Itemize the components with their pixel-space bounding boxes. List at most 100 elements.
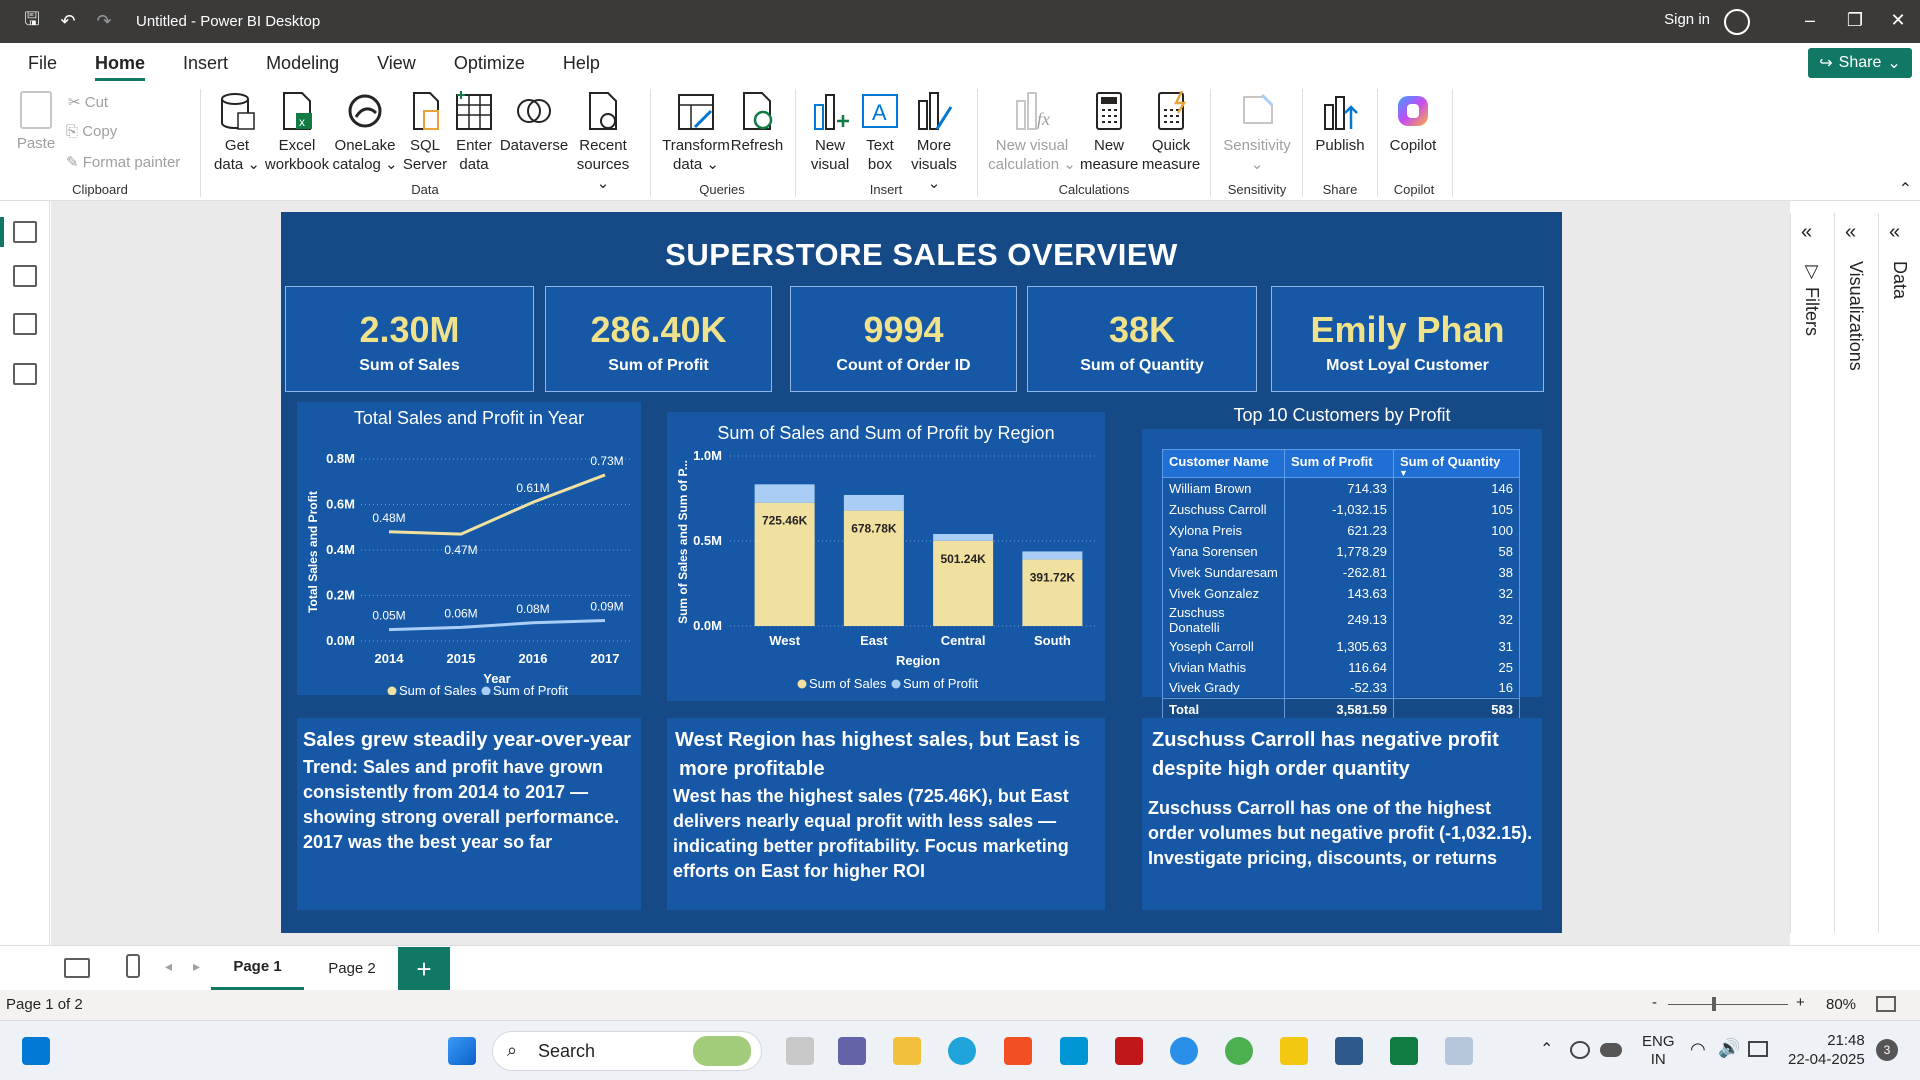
redo-icon[interactable]: ↷ — [92, 10, 116, 34]
table-row[interactable]: Vivek Grady -52.33 16 — [1162, 677, 1520, 699]
add-page-button[interactable]: + — [398, 947, 450, 991]
recent-sources-button[interactable]: Recent sources ⌄ — [570, 91, 636, 193]
new-measure-button[interactable]: New measure — [1080, 91, 1138, 174]
table-row[interactable]: Yana Sorensen 1,778.29 58 — [1162, 540, 1520, 562]
file-explorer-icon[interactable] — [893, 1037, 921, 1065]
desktop-layout-icon[interactable] — [64, 958, 90, 978]
onelake-catalog-button[interactable]: OneLake catalog ⌄ — [332, 91, 398, 174]
notification-badge[interactable]: 3 — [1876, 1039, 1898, 1061]
table-row[interactable]: Yoseph Carroll 1,305.63 31 — [1162, 635, 1520, 657]
collapse-ribbon-icon[interactable]: ⌃ — [1899, 179, 1912, 199]
widgets-icon[interactable] — [22, 1037, 50, 1065]
table-row[interactable]: Vivek Gonzalez 143.63 32 — [1162, 582, 1520, 604]
snipping-tool-icon[interactable] — [1445, 1037, 1473, 1065]
menu-insert[interactable]: Insert — [183, 53, 228, 74]
new-visual-calculation-button[interactable]: fx New visual calculation ⌄ — [984, 91, 1080, 174]
format-painter-button[interactable]: ✎ Format painter — [66, 153, 180, 171]
dax-query-view-icon[interactable] — [13, 363, 37, 385]
myhp-icon[interactable] — [1060, 1037, 1088, 1065]
filters-pane[interactable]: « ▽ Filters — [1790, 213, 1830, 933]
start-icon[interactable] — [448, 1037, 476, 1065]
new-visual-button[interactable]: New visual — [805, 91, 855, 174]
mcafee-icon[interactable] — [1115, 1037, 1143, 1065]
menu-home[interactable]: Home — [95, 53, 146, 81]
copilot-button[interactable]: Copilot — [1384, 91, 1442, 155]
table-row[interactable]: Zuschuss Donatelli 249.13 32 — [1162, 603, 1520, 636]
copy-button[interactable]: ⎘ Copy — [66, 123, 117, 140]
zoom-in-button[interactable]: + — [1796, 994, 1805, 1011]
power-bi-icon[interactable] — [1280, 1037, 1308, 1065]
table-row[interactable]: Zuschuss Carroll -1,032.15 105 — [1162, 498, 1520, 520]
menu-optimize[interactable]: Optimize — [454, 53, 525, 74]
battery-icon[interactable] — [1748, 1041, 1768, 1057]
expand-data-icon[interactable]: « — [1889, 221, 1900, 244]
minimize-icon[interactable]: – — [1800, 10, 1820, 31]
clock[interactable]: 21:48 22-04-2025 — [1788, 1031, 1865, 1069]
kpi-card-sales[interactable]: 2.30M Sum of Sales — [285, 286, 534, 392]
kpi-card-profit[interactable]: 286.40K Sum of Profit — [545, 286, 772, 392]
zoom-slider-thumb[interactable] — [1712, 997, 1716, 1011]
top-customers-visual[interactable]: Top 10 Customers by Profit Customer Name… — [1142, 402, 1542, 720]
zoom-level[interactable]: 80% — [1826, 996, 1856, 1013]
close-icon[interactable]: ✕ — [1888, 10, 1908, 31]
table-view-icon[interactable] — [13, 265, 37, 287]
sign-in-link[interactable]: Sign in — [1664, 11, 1710, 28]
onedrive-icon[interactable] — [1600, 1043, 1622, 1057]
line-chart-visual[interactable]: Total Sales and Profit in Year 0.0M 0.2M 0.… — [297, 402, 641, 698]
menu-view[interactable]: View — [377, 53, 416, 74]
bar-chart-visual[interactable]: Sum of Sales and Sum of Profit by Region… — [667, 412, 1105, 701]
volume-icon[interactable]: 🔊 — [1718, 1038, 1740, 1059]
save-icon[interactable]: 🖫 — [20, 9, 44, 34]
table-row[interactable]: Xylona Preis 621.23 100 — [1162, 519, 1520, 541]
column-header-quantity[interactable]: Sum of Quantity ▼ — [1393, 449, 1520, 478]
sync-icon[interactable] — [1570, 1041, 1590, 1059]
cut-button[interactable]: ✂ Cut — [68, 93, 108, 111]
kpi-card-orders[interactable]: 9994 Count of Order ID — [790, 286, 1017, 392]
excel-taskbar-icon[interactable] — [1390, 1037, 1418, 1065]
prev-page-icon[interactable]: ◂ — [165, 958, 172, 975]
table-row[interactable]: William Brown 714.33 146 — [1162, 477, 1520, 499]
next-page-icon[interactable]: ▸ — [193, 958, 200, 975]
tab-page-2[interactable]: Page 2 — [308, 946, 396, 991]
excel-workbook-button[interactable]: x Excel workbook — [262, 91, 332, 174]
expand-filters-icon[interactable]: « — [1801, 221, 1812, 244]
taskbar-search[interactable]: ⌕ Search — [492, 1031, 762, 1071]
column-header-customer[interactable]: Customer Name — [1162, 449, 1285, 478]
column-header-profit[interactable]: Sum of Profit — [1284, 449, 1394, 478]
language-indicator[interactable]: ENG IN — [1642, 1033, 1675, 1069]
zoom-out-button[interactable]: - — [1652, 994, 1657, 1011]
undo-icon[interactable]: ↶ — [56, 10, 80, 34]
expand-visualizations-icon[interactable]: « — [1845, 221, 1856, 244]
quick-measure-button[interactable]: Quick measure — [1140, 90, 1202, 174]
model-view-icon[interactable] — [13, 313, 37, 335]
table-row[interactable]: Vivian Mathis 116.64 25 — [1162, 656, 1520, 678]
task-view-icon[interactable] — [786, 1037, 814, 1065]
teams-icon[interactable] — [838, 1037, 866, 1065]
mobile-layout-icon[interactable] — [126, 954, 140, 978]
account-icon[interactable] — [1724, 9, 1750, 35]
store-icon[interactable] — [1004, 1037, 1032, 1065]
help-icon[interactable] — [1170, 1037, 1198, 1065]
report-view-icon[interactable] — [13, 221, 37, 243]
more-visuals-button[interactable]: More visuals ⌄ — [903, 91, 965, 193]
kpi-card-loyal-customer[interactable]: Emily Phan Most Loyal Customer — [1271, 286, 1544, 392]
kpi-card-quantity[interactable]: 38K Sum of Quantity — [1027, 286, 1257, 392]
paste-button[interactable]: Paste — [14, 91, 58, 153]
get-data-button[interactable]: Get data ⌄ — [208, 91, 266, 174]
edge-icon[interactable] — [948, 1037, 976, 1065]
zoom-slider[interactable] — [1668, 1004, 1788, 1005]
table-row[interactable]: Vivek Sundaresam -262.81 38 — [1162, 561, 1520, 583]
chevron-up-icon[interactable]: ⌃ — [1540, 1039, 1553, 1059]
share-button[interactable]: ↪ Share ⌄ — [1808, 48, 1912, 78]
dataverse-button[interactable]: Dataverse — [498, 91, 570, 155]
sql-server-button[interactable]: SQL Server — [400, 91, 450, 174]
app-icon[interactable] — [1335, 1037, 1363, 1065]
refresh-button[interactable]: Refresh — [730, 91, 784, 155]
menu-file[interactable]: File — [28, 53, 57, 74]
chrome-icon[interactable] — [1225, 1037, 1253, 1065]
tab-page-1[interactable]: Page 1 — [211, 946, 304, 991]
fit-to-page-icon[interactable] — [1876, 996, 1896, 1012]
data-pane[interactable]: « Data — [1878, 213, 1918, 933]
menu-help[interactable]: Help — [563, 53, 600, 74]
sensitivity-button[interactable]: Sensitivity ⌄ — [1220, 91, 1294, 174]
